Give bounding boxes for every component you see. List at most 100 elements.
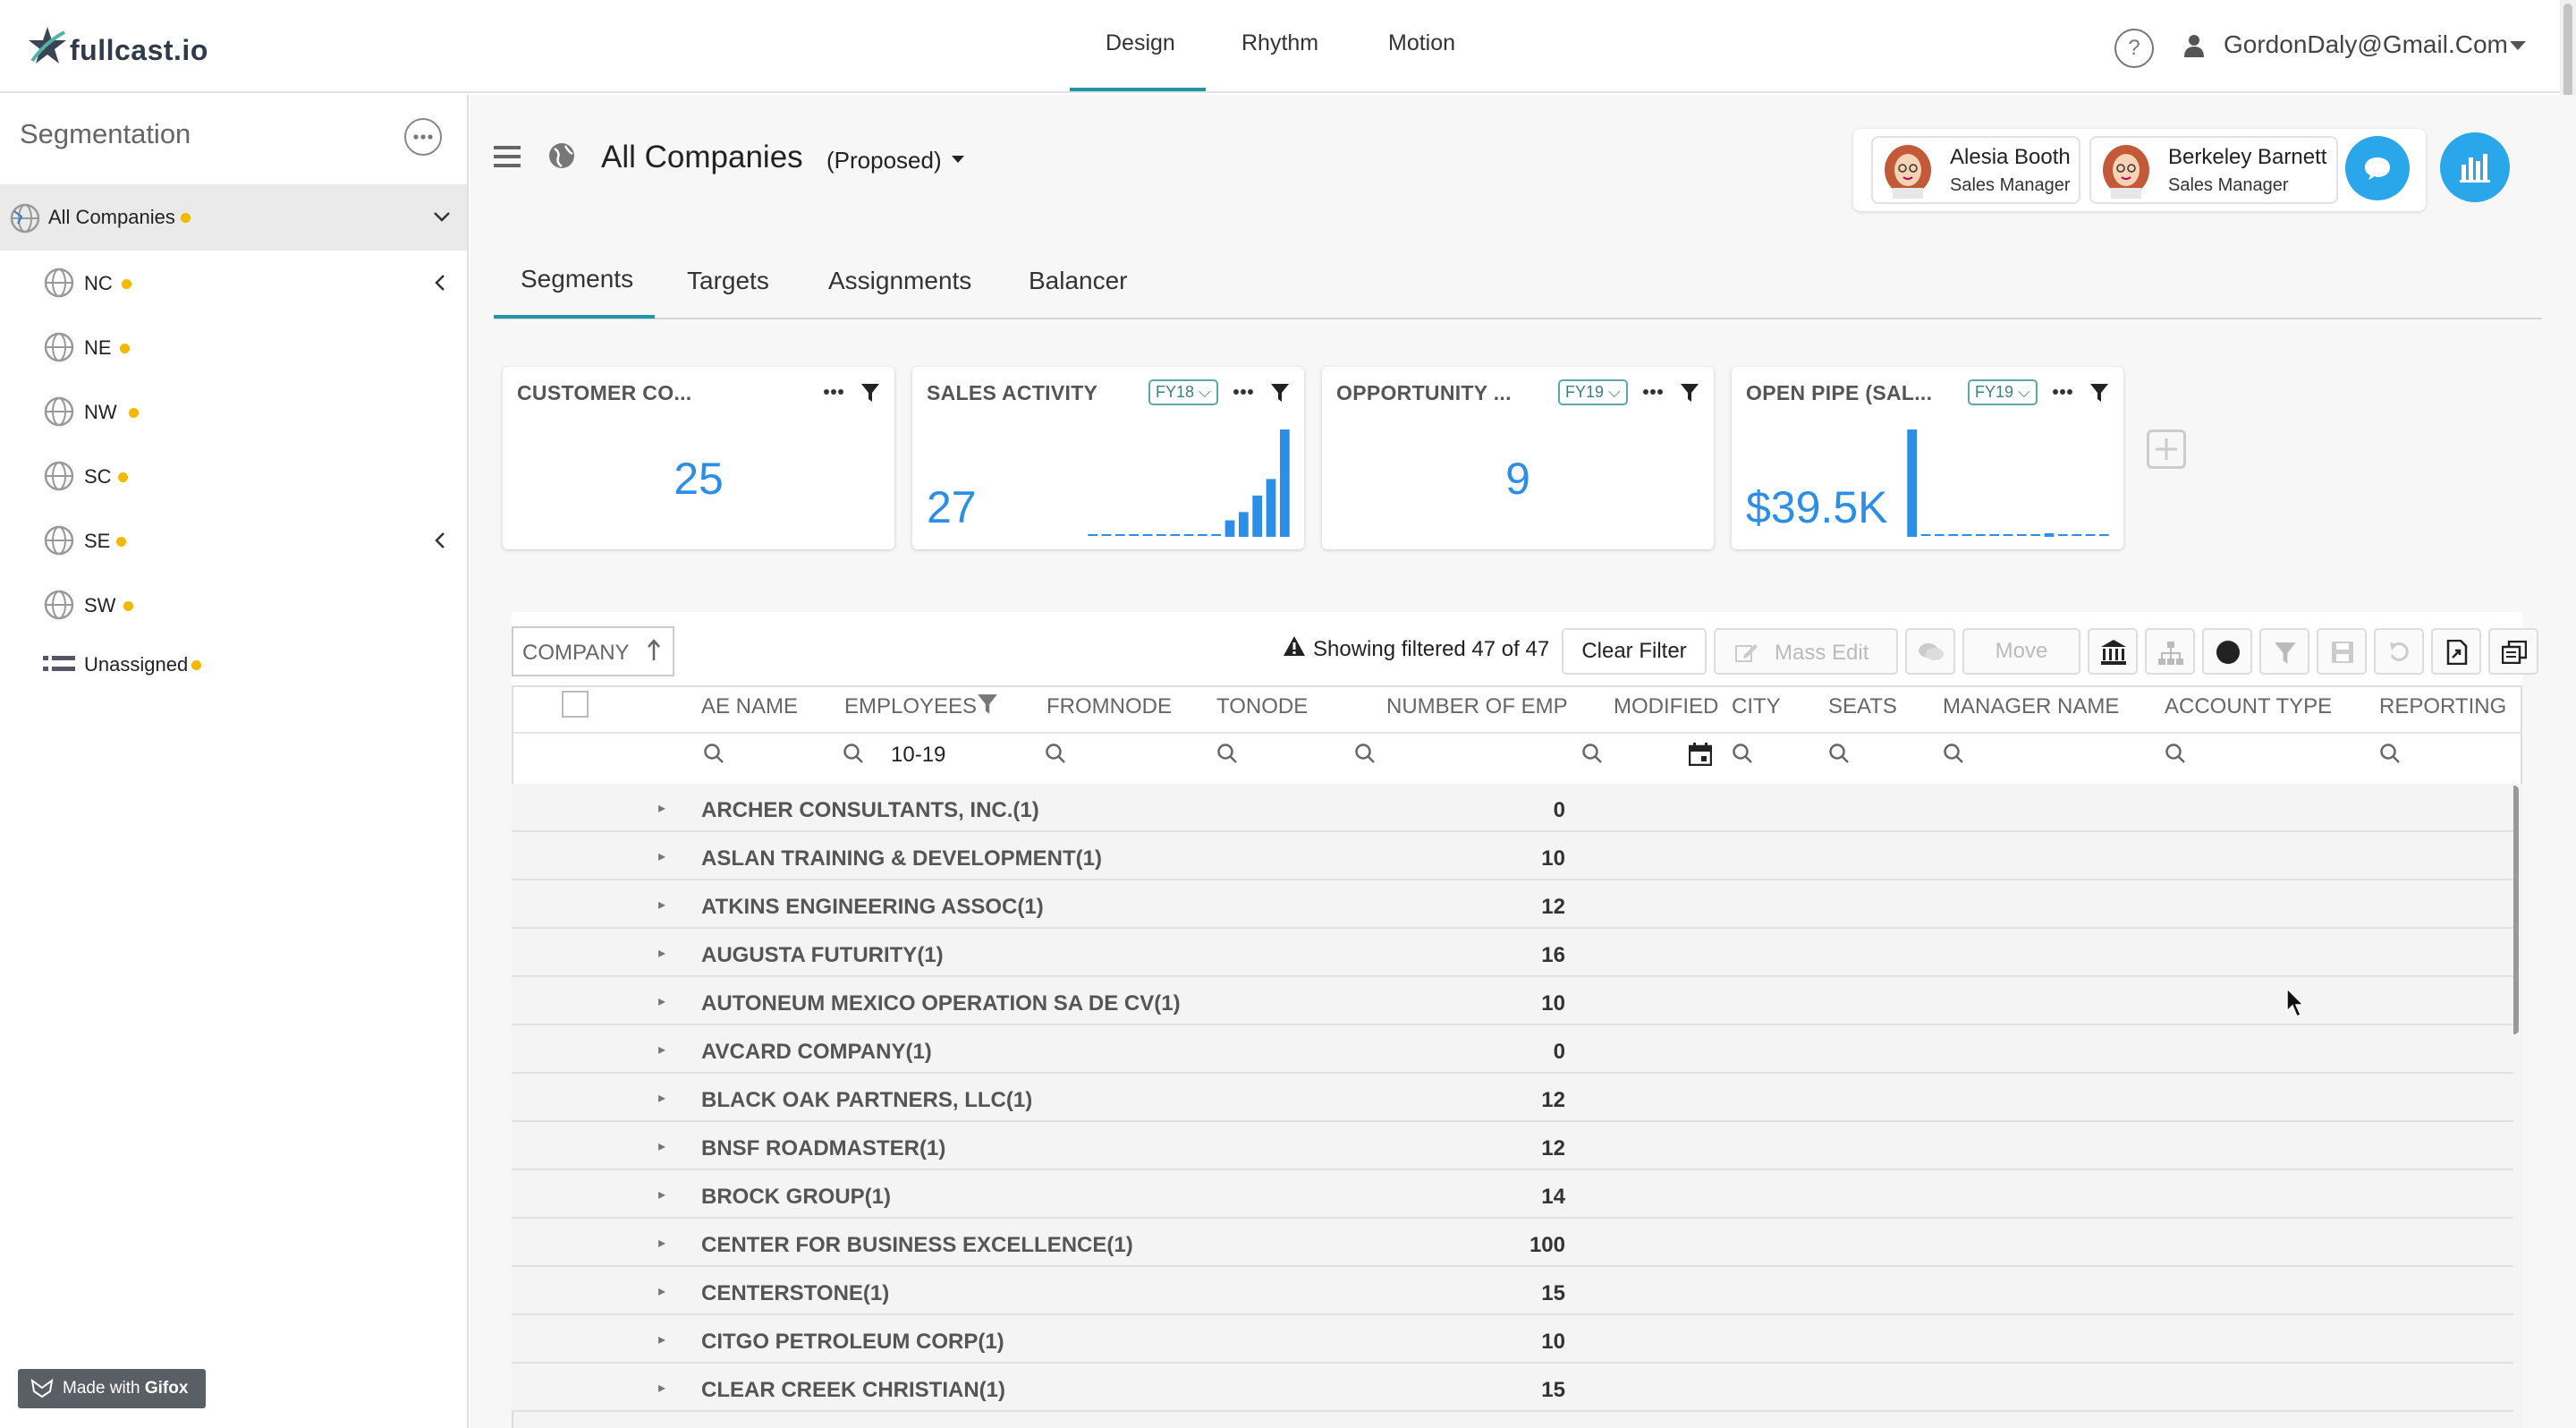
expand-caret-icon[interactable]: ▸ [658, 896, 665, 914]
grid-filter-button[interactable] [2259, 628, 2309, 675]
search-icon[interactable] [843, 743, 864, 764]
table-row[interactable]: ▸ ARCHER CONSULTANTS, INC.(1) 0 [512, 784, 2513, 832]
table-row[interactable]: ▸ AVCARD COMPANY(1) 0 [512, 1025, 2513, 1074]
expand-caret-icon[interactable]: ▸ [658, 992, 665, 1010]
metric-card-opportunity[interactable]: OPPORTUNITY ... FY19 ⌵ 9 [1322, 367, 1714, 549]
search-icon[interactable] [1732, 743, 1753, 764]
nav-design[interactable]: Design [1106, 30, 1175, 56]
sidebar-item-all-companies[interactable]: All Companies [0, 184, 467, 251]
table-row[interactable]: ▸ AUTONEUM MEXICO OPERATION SA DE CV(1) … [512, 977, 2513, 1025]
expand-caret-icon[interactable]: ▸ [658, 1137, 665, 1155]
tab-targets[interactable]: Targets [687, 267, 769, 295]
table-row[interactable]: ▸ BLACK OAK PARTNERS, LLC(1) 12 [512, 1074, 2513, 1122]
search-icon[interactable] [1354, 743, 1376, 764]
comment-button[interactable] [1905, 628, 1955, 675]
table-row[interactable]: ▸ CENTERSTONE(1) 15 [512, 1267, 2513, 1315]
search-icon[interactable] [2379, 743, 2401, 764]
column-filter-icon[interactable] [977, 693, 998, 716]
search-icon[interactable] [2165, 743, 2186, 764]
move-button[interactable]: Move [1962, 628, 2080, 675]
add-card-button[interactable] [2147, 429, 2186, 469]
calendar-icon[interactable] [1689, 743, 1712, 766]
filter-icon[interactable] [1270, 383, 1290, 403]
col-ae-name[interactable]: AE NAME [701, 694, 798, 719]
search-icon[interactable] [1828, 743, 1850, 764]
table-row[interactable]: ▸ AUGUSTA FUTURITY(1) 16 [512, 929, 2513, 977]
search-icon[interactable] [1216, 743, 1238, 764]
export-button[interactable] [2431, 628, 2481, 675]
expand-caret-icon[interactable]: ▸ [658, 1379, 665, 1397]
tab-segments[interactable]: Segments [521, 265, 633, 293]
search-icon[interactable] [1581, 743, 1603, 764]
expand-caret-icon[interactable]: ▸ [658, 944, 665, 962]
col-seats[interactable]: SEATS [1828, 694, 1897, 719]
metric-card-sales-activity[interactable]: SALES ACTIVITY FY18 ⌵ 27 [912, 367, 1304, 549]
table-row[interactable]: ▸ BROCK GROUP(1) 14 [512, 1170, 2513, 1219]
col-number-of-emp[interactable]: NUMBER OF EMP [1386, 694, 1568, 719]
col-account-type[interactable]: ACCOUNT TYPE [2165, 694, 2332, 719]
more-icon[interactable] [2052, 388, 2073, 395]
metric-card-customer-count[interactable]: CUSTOMER CO... 25 [503, 367, 894, 549]
caret-down-icon[interactable] [952, 156, 964, 164]
expand-caret-icon[interactable]: ▸ [658, 799, 665, 817]
table-row[interactable]: ▸ ASLAN TRAINING & DEVELOPMENT(1) 10 [512, 832, 2513, 880]
fiscal-year-dropdown[interactable]: FY19 ⌵ [1968, 379, 2038, 405]
col-reporting[interactable]: REPORTING I [2379, 694, 2513, 719]
save-button[interactable] [2317, 628, 2367, 675]
search-icon[interactable] [703, 743, 724, 764]
table-row[interactable]: ▸ CITGO PETROLEUM CORP(1) 10 [512, 1315, 2513, 1364]
table-row[interactable]: ▸ CENTER FOR BUSINESS EXCELLENCE(1) 100 [512, 1219, 2513, 1267]
expand-caret-icon[interactable]: ▸ [658, 1282, 665, 1300]
col-employees[interactable]: EMPLOYEES [844, 694, 977, 719]
sort-by-company-button[interactable]: COMPANY [512, 626, 674, 676]
sidebar-item-sw[interactable]: SW [0, 573, 467, 637]
hamburger-icon[interactable] [494, 145, 521, 168]
search-icon[interactable] [1943, 743, 1964, 764]
sidebar-item-unassigned[interactable]: Unassigned [0, 637, 467, 694]
expand-caret-icon[interactable]: ▸ [658, 1330, 665, 1348]
filter-icon[interactable] [1680, 383, 1699, 403]
nav-rhythm[interactable]: Rhythm [1241, 30, 1318, 56]
tab-assignments[interactable]: Assignments [828, 267, 971, 295]
clear-filter-button[interactable]: Clear Filter [1562, 628, 1707, 675]
scenario-dropdown[interactable]: (Proposed) [826, 147, 942, 174]
expand-caret-icon[interactable]: ▸ [658, 1234, 665, 1252]
help-icon[interactable]: ? [2114, 29, 2154, 68]
fiscal-year-dropdown[interactable]: FY18 ⌵ [1148, 379, 1218, 405]
col-modified[interactable]: MODIFIED [1614, 694, 1718, 719]
user-menu-caret-icon[interactable] [2510, 41, 2526, 52]
expand-caret-icon[interactable]: ▸ [658, 1041, 665, 1058]
chevron-down-icon[interactable] [433, 211, 451, 224]
col-city[interactable]: CITY [1732, 694, 1781, 719]
table-row[interactable]: ▸ BNSF ROADMASTER(1) 12 [512, 1122, 2513, 1170]
bank-button[interactable] [2088, 628, 2138, 675]
analytics-button[interactable] [2440, 132, 2510, 202]
mass-edit-button[interactable]: Mass Edit [1714, 628, 1898, 675]
sidebar-item-ne[interactable]: NE [0, 315, 467, 379]
table-row[interactable]: ▸ ATKINS ENGINEERING ASSOC(1) 12 [512, 880, 2513, 929]
select-all-checkbox[interactable] [562, 691, 589, 718]
search-icon[interactable] [1045, 743, 1066, 764]
sidebar-item-nc[interactable]: NC [0, 251, 467, 315]
expand-caret-icon[interactable]: ▸ [658, 847, 665, 865]
chevron-left-icon[interactable] [435, 531, 445, 549]
sidebar-item-sc[interactable]: SC [0, 444, 467, 508]
metric-card-open-pipe[interactable]: OPEN PIPE (SAL... FY19 ⌵ $39.5K [1732, 367, 2123, 549]
more-icon[interactable] [1233, 388, 1254, 395]
table-row[interactable]: ▸ CLEAR CREEK CHRISTIAN(1) 15 [512, 1364, 2513, 1412]
sidebar-item-se[interactable]: SE [0, 508, 467, 573]
columns-button[interactable] [2488, 628, 2538, 675]
col-manager-name[interactable]: MANAGER NAME [1943, 694, 2119, 719]
sidebar-item-nw[interactable]: NW [0, 379, 467, 444]
more-icon[interactable] [1642, 388, 1664, 395]
hierarchy-button[interactable] [2145, 628, 2195, 675]
employees-filter-input[interactable]: 10-19 [891, 743, 945, 768]
col-fromnode[interactable]: FROMNODE [1046, 694, 1172, 719]
nav-motion[interactable]: Motion [1388, 30, 1455, 56]
filter-icon[interactable] [860, 383, 880, 403]
tab-balancer[interactable]: Balancer [1029, 267, 1128, 295]
filter-icon[interactable] [2089, 383, 2109, 403]
expand-caret-icon[interactable]: ▸ [658, 1089, 665, 1107]
col-tonode[interactable]: TONODE [1216, 694, 1308, 719]
expand-caret-icon[interactable]: ▸ [658, 1186, 665, 1203]
